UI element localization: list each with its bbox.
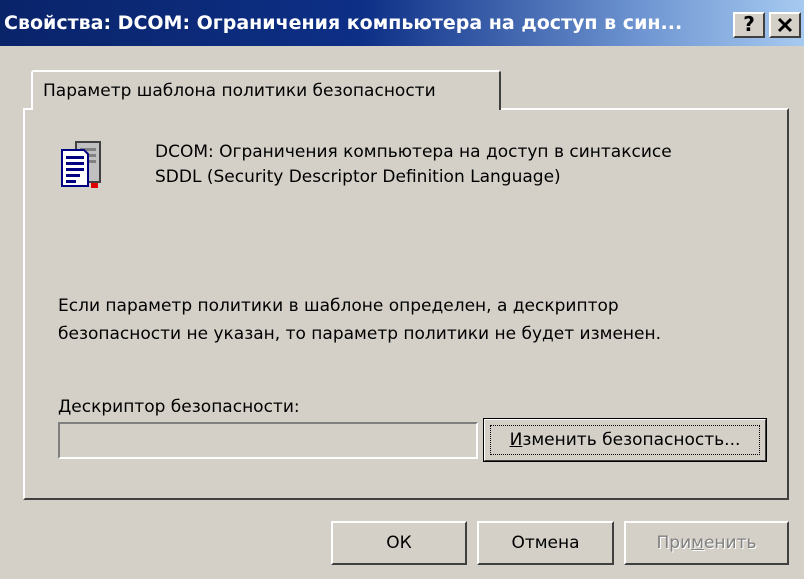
policy-name: DCOM: Ограничения компьютера на доступ в… bbox=[155, 140, 672, 190]
ok-button[interactable]: ОК bbox=[331, 521, 467, 565]
title-bar[interactable]: Свойства: DCOM: Ограничения компьютера н… bbox=[0, 0, 804, 46]
close-icon bbox=[777, 17, 793, 33]
policy-name-line-1: DCOM: Ограничения компьютера на доступ в… bbox=[155, 142, 672, 162]
tab-label: Параметр шаблона политики безопасности bbox=[43, 81, 436, 101]
info-text-line-2: безопасности не указан, то параметр поли… bbox=[58, 324, 662, 344]
tab-security-template-setting[interactable]: Параметр шаблона политики безопасности bbox=[31, 70, 501, 110]
edit-security-button[interactable]: Изменить безопасность... bbox=[483, 418, 767, 462]
apply-button[interactable]: Применить bbox=[624, 521, 789, 565]
info-text: Если параметр политики в шаблоне определ… bbox=[58, 292, 661, 348]
close-button[interactable] bbox=[769, 12, 801, 38]
properties-dialog: Свойства: DCOM: Ограничения компьютера н… bbox=[0, 0, 804, 579]
help-button[interactable]: ? bbox=[733, 12, 765, 38]
cancel-button[interactable]: Отмена bbox=[477, 521, 614, 565]
security-descriptor-label: Дескриптор безопасности: bbox=[58, 397, 300, 417]
security-descriptor-field[interactable] bbox=[58, 422, 478, 459]
policy-document-icon bbox=[61, 141, 101, 188]
policy-name-line-2: SDDL (Security Descriptor Definition Lan… bbox=[155, 167, 561, 187]
info-text-line-1: Если параметр политики в шаблоне определ… bbox=[58, 296, 619, 316]
window-title: Свойства: DCOM: Ограничения компьютера н… bbox=[4, 12, 683, 34]
